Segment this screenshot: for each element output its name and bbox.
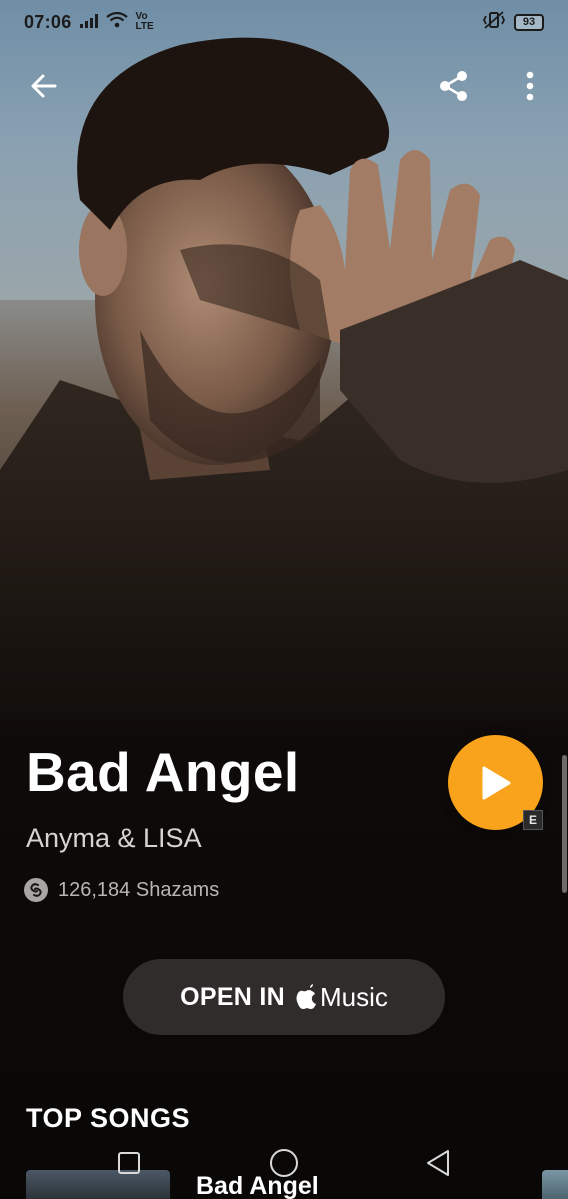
more-vertical-icon [526,71,534,101]
apple-music-brand: Music [295,982,388,1013]
square-icon [118,1152,140,1174]
home-button[interactable] [267,1146,301,1180]
play-icon [482,766,510,799]
scrollbar[interactable] [562,755,567,893]
wifi-icon [105,11,128,33]
apple-logo-icon [296,984,316,1009]
top-app-bar [0,60,568,116]
status-bar: 07:06 Vo LTE 93 [0,0,568,44]
shazam-icon [24,878,48,902]
music-brand-label: Music [320,981,388,1012]
share-icon [440,71,467,101]
shazam-count: 126,184 Shazams [24,878,219,902]
open-in-label: OPEN IN [180,982,285,1011]
track-artist[interactable]: Anyma & LISA [26,823,202,854]
share-button[interactable] [430,62,478,110]
circle-icon [270,1149,298,1177]
back-button[interactable] [20,62,68,110]
nav-back-button[interactable] [421,1146,455,1180]
battery-indicator: 93 [514,13,544,31]
explicit-badge: E [523,810,543,830]
status-right: 93 [482,10,544,34]
signal-icon [79,12,98,33]
triangle-back-icon [427,1150,449,1176]
recents-button[interactable] [112,1146,146,1180]
system-navigation-bar [0,1140,568,1180]
vibrate-icon [482,10,506,34]
shazam-count-text: 126,184 Shazams [58,878,220,901]
volte-label: Vo LTE [135,11,154,32]
status-time: 07:06 [24,11,72,32]
status-left: 07:06 Vo LTE [24,11,158,33]
open-in-apple-music-button[interactable]: OPEN IN Music [123,959,445,1035]
arrow-left-icon [31,74,57,98]
more-options-button[interactable] [506,62,554,110]
top-songs-heading: TOP SONGS [26,1103,191,1133]
track-title: Bad Angel [26,741,300,803]
